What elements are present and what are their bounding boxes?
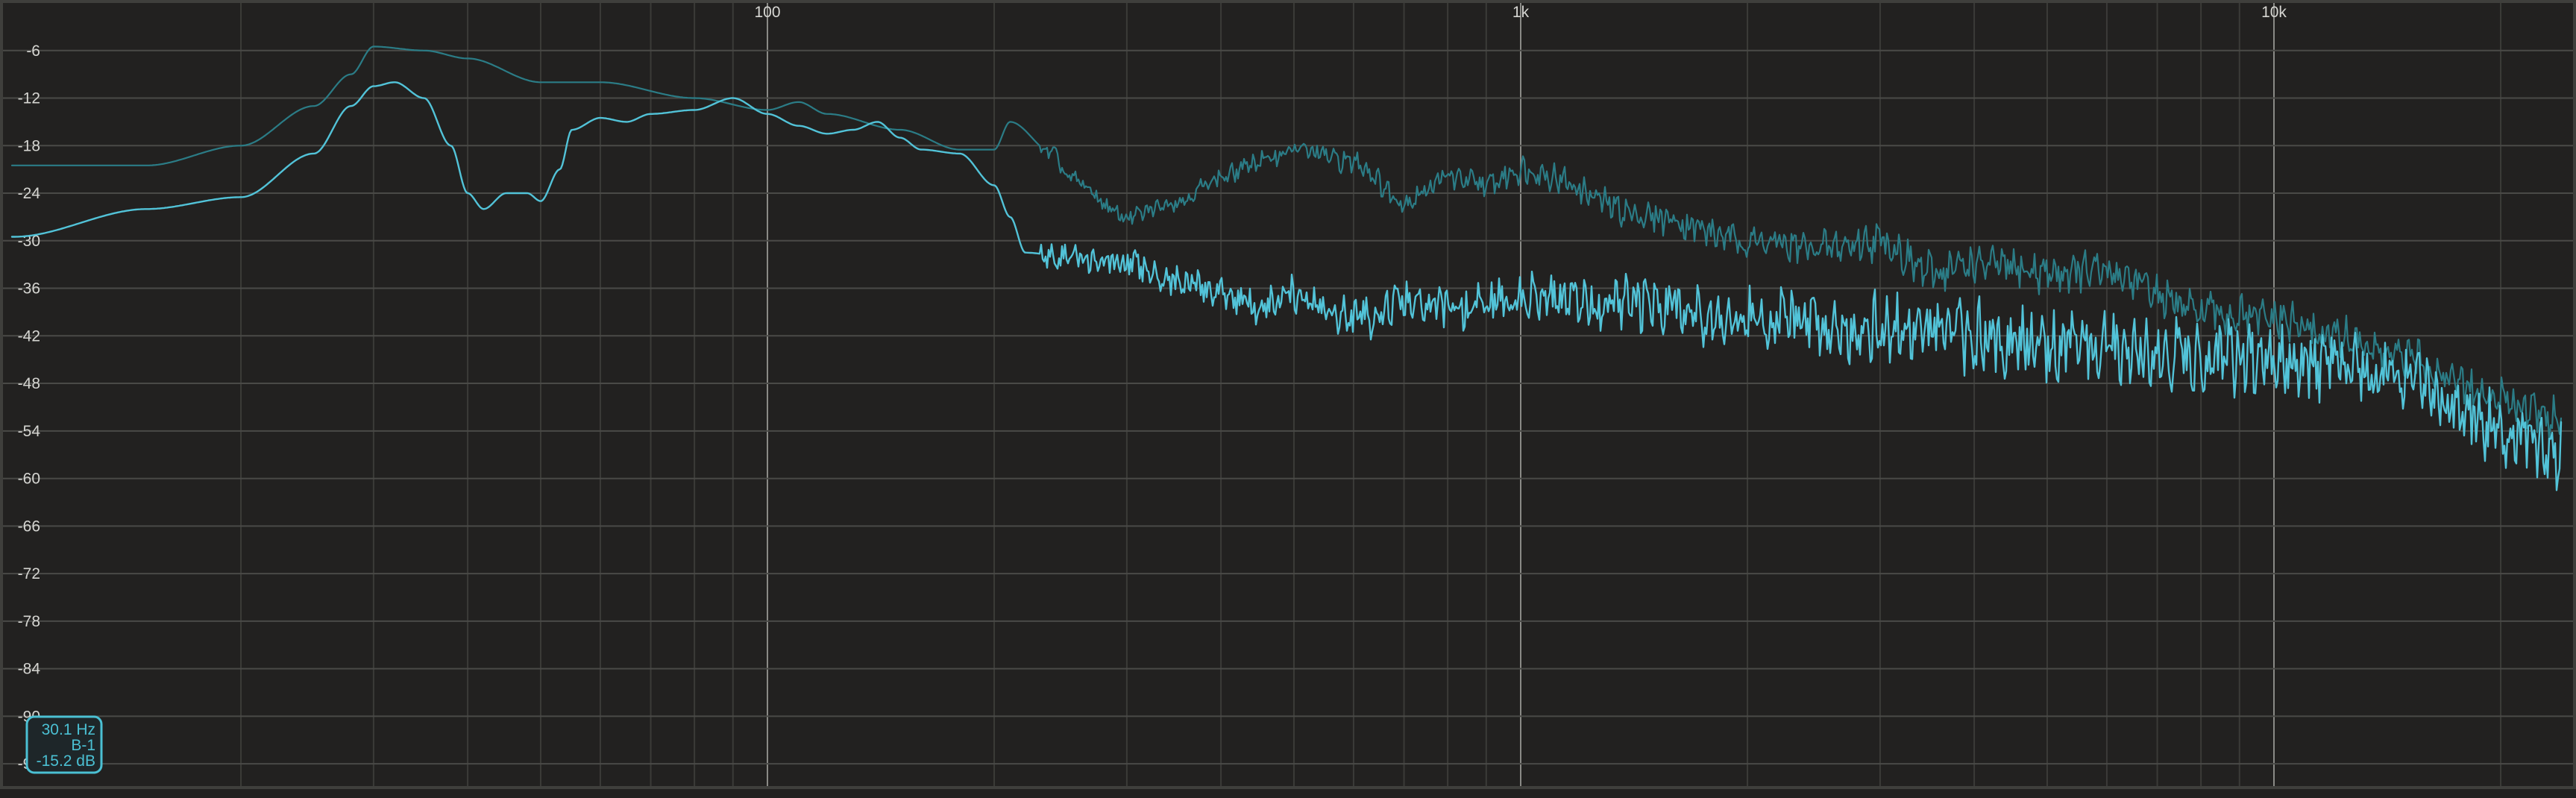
plot-background (0, 0, 2576, 798)
y-tick-label: -72 (18, 565, 40, 582)
cursor-readout: 30.1 Hz B-1 -15.2 dB (25, 715, 103, 774)
readout-note: B-1 (71, 737, 95, 754)
y-tick-label: -78 (18, 613, 40, 630)
y-tick-label: -60 (18, 471, 40, 488)
x-tick-label: 100 (754, 4, 780, 21)
y-tick-label: -24 (18, 185, 41, 202)
y-tick-label: -48 (18, 375, 40, 392)
spectrum-analyzer[interactable]: 100 1k 10k -6-12-18-24-30-36-42-48-54-60-6… (0, 0, 2576, 798)
x-tick-label: 10k (2261, 4, 2287, 21)
y-tick-label: -42 (18, 327, 40, 345)
y-tick-label: -6 (26, 43, 40, 60)
y-tick-label: -18 (18, 137, 40, 154)
y-tick-label: -54 (18, 423, 41, 440)
y-tick-label: -12 (18, 90, 40, 107)
y-tick-label: -66 (18, 518, 40, 535)
y-tick-label: -84 (18, 661, 41, 678)
x-tick-label: 1k (1512, 4, 1530, 21)
readout-frequency: 30.1 Hz (42, 721, 95, 738)
readout-level: -15.2 dB (37, 753, 95, 770)
y-tick-label: -36 (18, 280, 40, 298)
